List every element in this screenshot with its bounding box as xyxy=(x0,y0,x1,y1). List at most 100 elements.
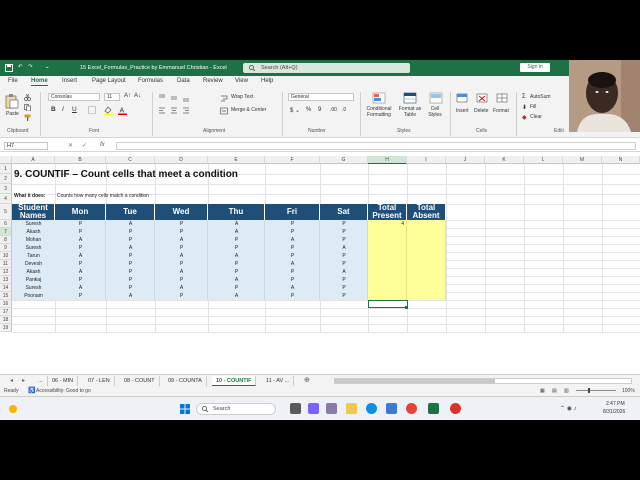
next-sheet-icon[interactable]: ▸ xyxy=(22,377,25,384)
taskbar-search[interactable]: Search xyxy=(196,403,276,415)
teams-icon[interactable] xyxy=(308,403,319,414)
format-cells-button[interactable]: Format xyxy=(493,108,509,114)
fill-button[interactable]: Fill xyxy=(530,104,536,110)
total-present-cell[interactable] xyxy=(368,276,407,284)
tab-help[interactable]: Help xyxy=(261,78,273,84)
attendance-cell[interactable]: A xyxy=(208,229,265,235)
row-header-14[interactable]: 14 xyxy=(0,284,12,292)
sheet-tab-average[interactable]: 11 - AV ... xyxy=(262,376,295,386)
name-box[interactable]: H7 xyxy=(4,142,48,150)
table-header-2[interactable]: Tue xyxy=(106,204,155,220)
conditional-formatting-button[interactable]: Conditional Formatting xyxy=(364,106,394,118)
attendance-cell[interactable]: P xyxy=(55,261,106,267)
column-header-f[interactable]: F xyxy=(265,156,320,164)
column-header-i[interactable]: I xyxy=(407,156,446,164)
attendance-cell[interactable]: A xyxy=(208,293,265,299)
attendance-cell[interactable]: P xyxy=(106,261,155,267)
sheet-tab-countif[interactable]: 10 - COUNTIF xyxy=(212,376,257,386)
select-all-corner[interactable] xyxy=(0,156,12,164)
row-header-17[interactable]: 17 xyxy=(0,308,12,316)
number-format-dropdown[interactable]: General xyxy=(288,93,354,101)
attendance-cell[interactable]: P xyxy=(55,245,106,251)
attendance-cell[interactable]: P xyxy=(106,285,155,291)
total-absent-cell[interactable] xyxy=(407,284,446,292)
student-name[interactable]: Devesh xyxy=(12,261,55,267)
row-header-12[interactable]: 12 xyxy=(0,268,12,276)
windows-start-icon[interactable] xyxy=(180,404,190,414)
fill-handle[interactable] xyxy=(405,306,408,309)
system-tray-icons[interactable]: ⌃ ◉ ♪ xyxy=(560,405,577,412)
accessibility-status[interactable]: Accessibility: Good to go xyxy=(36,386,91,396)
attendance-cell[interactable]: P xyxy=(106,253,155,259)
attendance-cell[interactable]: A xyxy=(106,293,155,299)
prev-sheet-icon[interactable]: ◂ xyxy=(10,377,13,384)
attendance-cell[interactable]: A xyxy=(208,277,265,283)
copy-icon[interactable] xyxy=(24,104,31,111)
attendance-cell[interactable]: A xyxy=(55,237,106,243)
table-header-4[interactable]: Thu xyxy=(208,204,265,220)
attendance-cell[interactable]: P xyxy=(55,277,106,283)
paste-label[interactable]: Paste xyxy=(6,111,19,117)
attendance-cell[interactable]: A xyxy=(155,285,208,291)
student-name[interactable]: Suresh xyxy=(12,221,55,227)
attendance-cell[interactable]: A xyxy=(265,261,320,267)
tab-file[interactable]: File xyxy=(8,78,18,84)
attendance-cell[interactable]: P xyxy=(265,253,320,259)
student-name[interactable]: Suresh xyxy=(12,285,55,291)
attendance-cell[interactable]: P xyxy=(106,237,155,243)
attendance-cell[interactable]: P xyxy=(55,293,106,299)
total-absent-cell[interactable] xyxy=(407,260,446,268)
row-header-15[interactable]: 15 xyxy=(0,292,12,300)
table-header-0[interactable]: Student Names xyxy=(12,204,55,220)
worksheet-grid[interactable]: ABCDEFGHIJKLMNO 123456789101112131415161… xyxy=(0,156,640,374)
horizontal-align-icons[interactable] xyxy=(158,107,198,115)
attendance-cell[interactable]: P xyxy=(155,221,208,227)
grow-font-icon[interactable]: A↑ xyxy=(124,93,131,99)
formula-input[interactable] xyxy=(116,142,636,150)
sheet-tab-count[interactable]: 08 - COUNT xyxy=(120,376,160,386)
horizontal-scrollbar[interactable] xyxy=(334,378,632,384)
italic-icon[interactable]: I xyxy=(62,106,64,113)
attendance-cell[interactable]: P xyxy=(55,229,106,235)
clear-button[interactable]: Clear xyxy=(530,114,542,120)
font-name-dropdown[interactable]: Consolas xyxy=(48,93,100,101)
table-header-8[interactable]: Total Absent xyxy=(407,204,446,220)
student-name[interactable]: Mohan xyxy=(12,237,55,243)
format-painter-icon[interactable] xyxy=(24,114,31,121)
total-absent-cell[interactable] xyxy=(407,276,446,284)
attendance-cell[interactable]: A xyxy=(55,285,106,291)
attendance-cell[interactable]: A xyxy=(106,221,155,227)
row-header-1[interactable]: 1 xyxy=(0,164,12,174)
row-header-4[interactable]: 4 xyxy=(0,194,12,204)
total-present-cell[interactable] xyxy=(368,260,407,268)
column-header-c[interactable]: C xyxy=(106,156,155,164)
attendance-cell[interactable]: P xyxy=(320,285,368,291)
attendance-cell[interactable]: P xyxy=(320,293,368,299)
comma-style-icon[interactable]: 9 xyxy=(318,107,321,113)
row-header-18[interactable]: 18 xyxy=(0,316,12,324)
underline-icon[interactable]: U xyxy=(72,106,77,113)
attendance-cell[interactable]: A xyxy=(155,253,208,259)
column-header-b[interactable]: B xyxy=(55,156,106,164)
student-name[interactable]: Poonam xyxy=(12,293,55,299)
attendance-cell[interactable]: A xyxy=(320,245,368,251)
row-header-10[interactable]: 10 xyxy=(0,252,12,260)
total-absent-cell[interactable] xyxy=(407,236,446,244)
attendance-cell[interactable]: P xyxy=(208,285,265,291)
tab-page-layout[interactable]: Page Layout xyxy=(92,78,126,84)
store-icon[interactable] xyxy=(386,403,397,414)
sheet-tab-more[interactable]: ... xyxy=(34,376,48,386)
row-header-2[interactable]: 2 xyxy=(0,174,12,184)
attendance-cell[interactable]: P xyxy=(265,293,320,299)
total-present-cell[interactable] xyxy=(368,284,407,292)
student-name[interactable]: Akash xyxy=(12,229,55,235)
attendance-cell[interactable]: P xyxy=(320,221,368,227)
borders-icon[interactable] xyxy=(88,106,96,114)
shrink-font-icon[interactable]: A↓ xyxy=(134,93,141,99)
row-header-5[interactable]: 5 xyxy=(0,204,12,220)
row-header-9[interactable]: 9 xyxy=(0,244,12,252)
attendance-cell[interactable]: P xyxy=(155,277,208,283)
insert-function-icon[interactable]: fx xyxy=(100,142,105,148)
attendance-cell[interactable]: P xyxy=(265,229,320,235)
format-as-table-button[interactable]: Format as Table xyxy=(396,106,424,118)
